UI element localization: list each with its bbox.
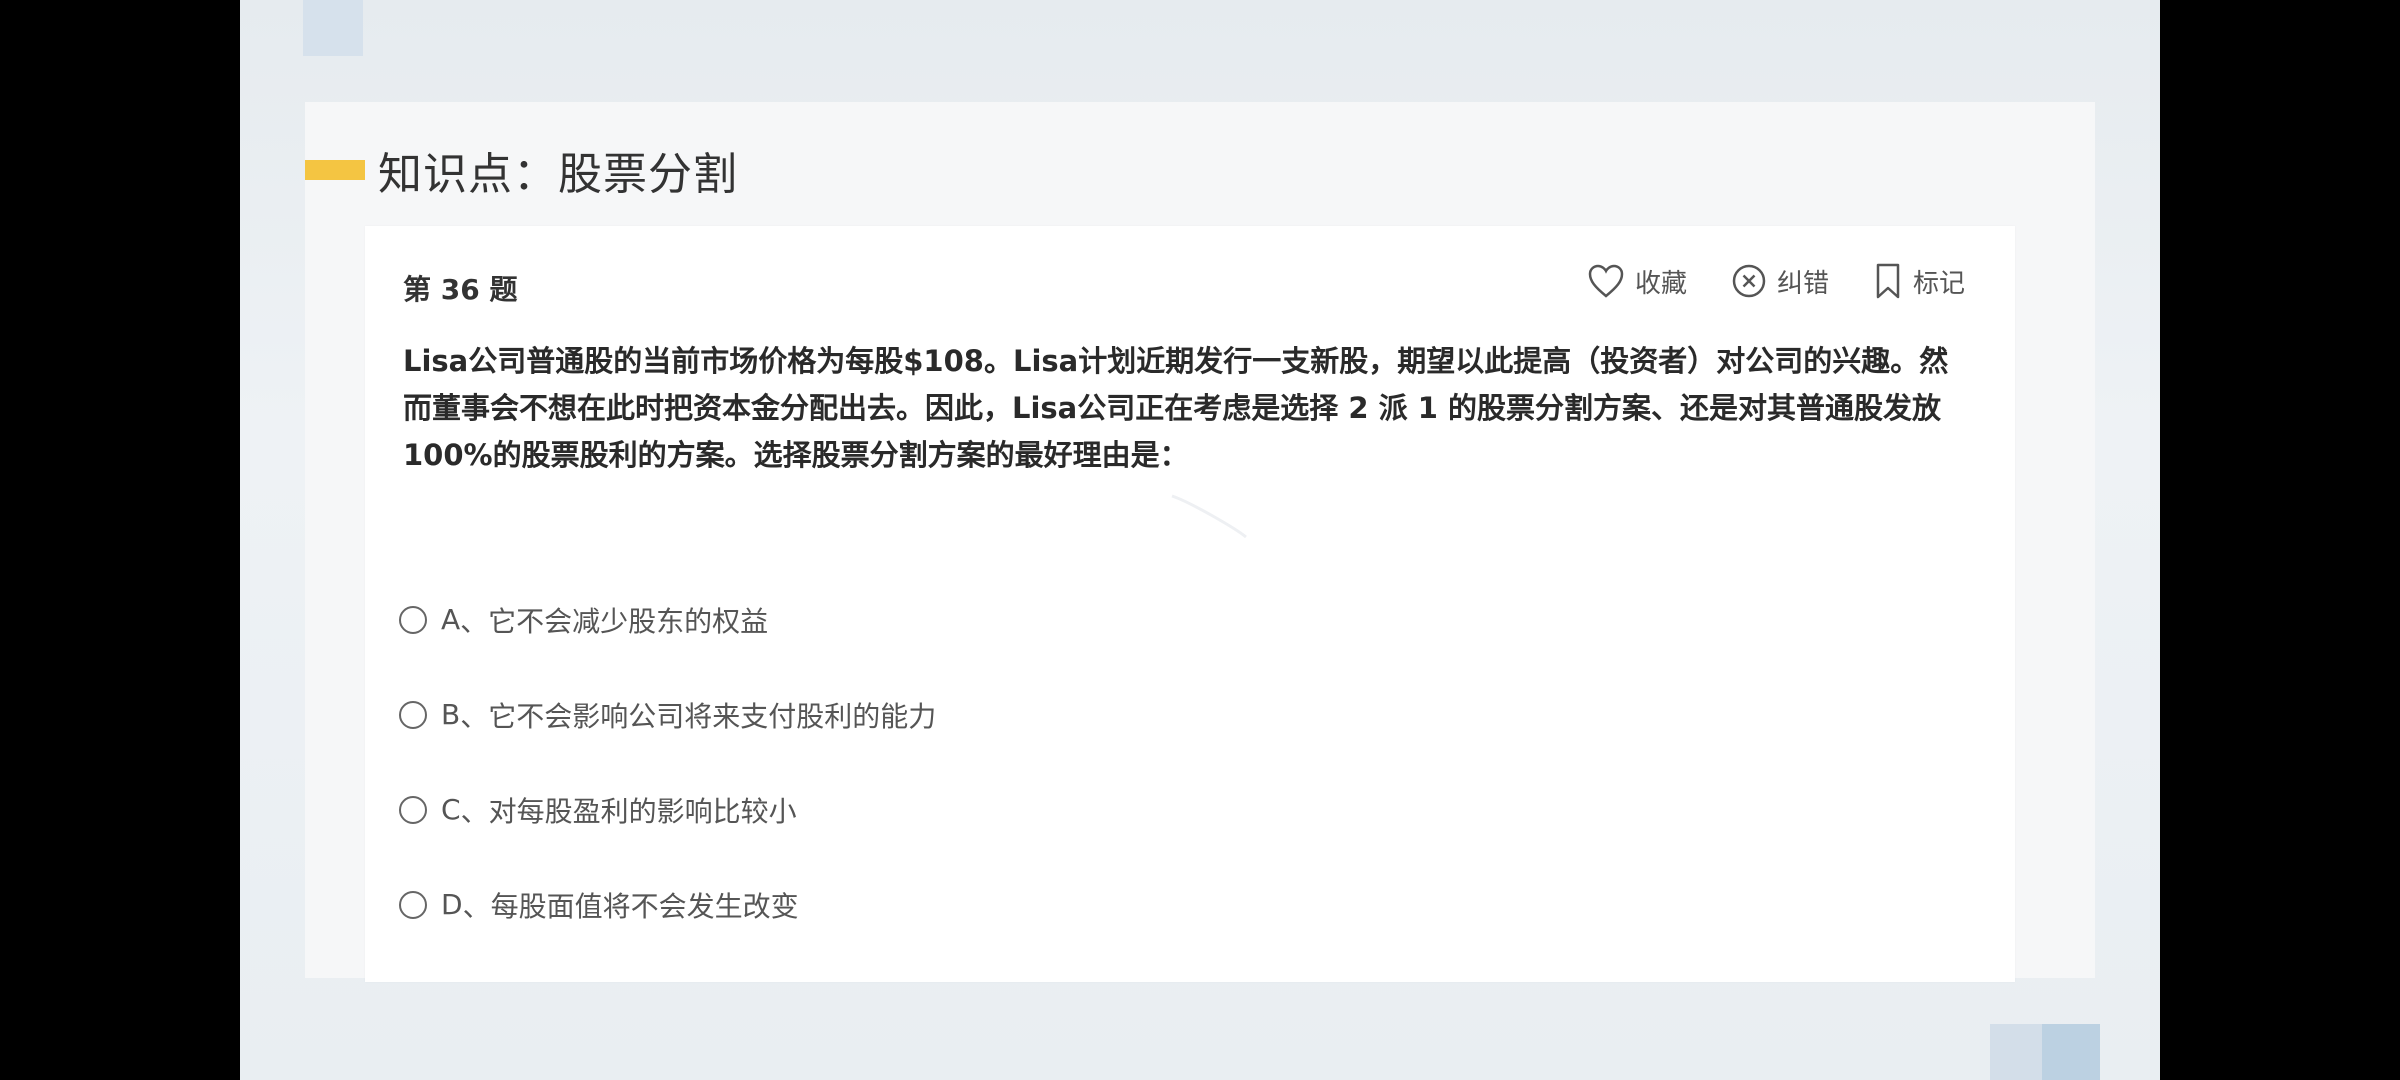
question-card: 第 36 题 收藏 纠错 标记 Lisa公司普通股的当前市场价格为每股$108。… xyxy=(365,226,2015,982)
option-text: 对每股盈利的影响比较小 xyxy=(488,794,797,828)
option-separator: 、 xyxy=(462,889,491,923)
question-actions: 收藏 纠错 标记 xyxy=(1587,262,1965,300)
close-circle-icon xyxy=(1732,264,1766,298)
option-c[interactable]: C、 对每股盈利的影响比较小 xyxy=(399,762,936,857)
option-separator: 、 xyxy=(460,794,489,828)
topic-accent-bar xyxy=(305,160,365,180)
option-a[interactable]: A、 它不会减少股东的权益 xyxy=(399,572,936,667)
slide-stage: 知识点：股票分割 第 36 题 收藏 纠错 标记 Lisa公司普通股的当前市场价… xyxy=(240,0,2160,1080)
radio-button[interactable] xyxy=(399,700,427,729)
radio-button[interactable] xyxy=(399,890,427,919)
favorite-label: 收藏 xyxy=(1634,268,1687,299)
option-text: 每股面值将不会发生改变 xyxy=(490,889,799,923)
decor-square-bottom-right-dark xyxy=(2042,1024,2100,1080)
radio-button[interactable] xyxy=(399,795,427,824)
option-letter: D xyxy=(441,888,463,921)
option-text: 它不会减少股东的权益 xyxy=(488,604,769,638)
report-error-label: 纠错 xyxy=(1776,268,1829,299)
topic-title: 知识点：股票分割 xyxy=(378,149,738,200)
answer-options: A、 它不会减少股东的权益 B、 它不会影响公司将来支付股利的能力 C、 对每股… xyxy=(399,572,936,952)
option-letter: B xyxy=(441,698,461,731)
bookmark-icon xyxy=(1876,263,1900,299)
option-separator: 、 xyxy=(460,699,489,733)
question-number: 第 36 题 xyxy=(403,273,518,306)
option-d[interactable]: D、 每股面值将不会发生改变 xyxy=(399,857,936,952)
option-text: 它不会影响公司将来支付股利的能力 xyxy=(488,699,937,733)
report-error-button[interactable]: 纠错 xyxy=(1731,263,1829,300)
radio-button[interactable] xyxy=(399,605,427,634)
favorite-button[interactable]: 收藏 xyxy=(1587,263,1687,300)
option-b[interactable]: B、 它不会影响公司将来支付股利的能力 xyxy=(399,667,936,762)
option-letter: C xyxy=(441,793,461,826)
option-separator: 、 xyxy=(460,604,489,638)
mark-button[interactable]: 标记 xyxy=(1873,262,1965,300)
heart-icon xyxy=(1588,264,1624,298)
decor-square-top xyxy=(303,0,363,56)
mark-label: 标记 xyxy=(1912,268,1965,299)
option-letter: A xyxy=(441,603,461,636)
play-icon[interactable] xyxy=(1150,480,1270,600)
question-text: Lisa公司普通股的当前市场价格为每股$108。Lisa计划近期发行一支新股，期… xyxy=(403,344,1949,472)
